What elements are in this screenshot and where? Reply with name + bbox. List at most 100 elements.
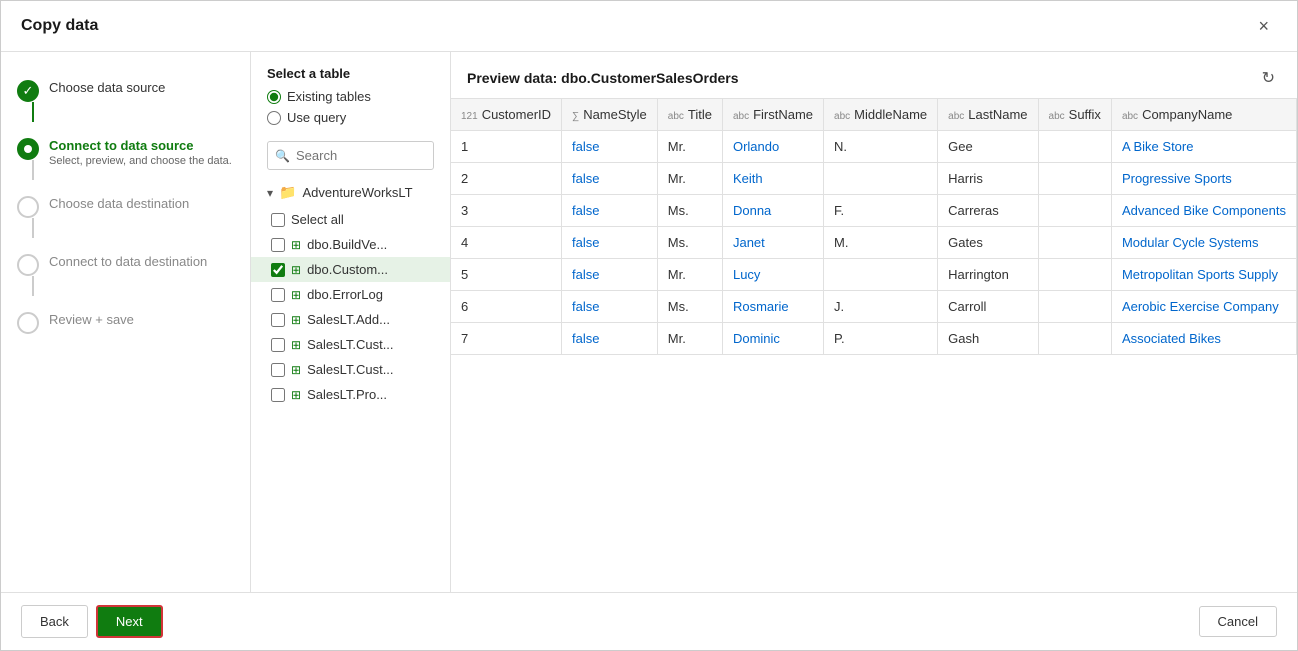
table-checkbox-0[interactable] — [271, 238, 285, 252]
table-cell-2-8: adventure-works\jillian0 — [1296, 195, 1297, 227]
table-cell-3-8: adventure-works\jillian0 — [1296, 227, 1297, 259]
table-cell-2-5: Carreras — [938, 195, 1038, 227]
table-cell-5-2: Ms. — [657, 291, 722, 323]
select-all-row[interactable]: Select all — [251, 207, 450, 232]
table-row: 5falseMr.LucyHarringtonMetropolitan Spor… — [451, 259, 1297, 291]
table-cell-2-2: Ms. — [657, 195, 722, 227]
radio-use-query[interactable]: Use query — [267, 110, 434, 125]
table-cell-6-2: Mr. — [657, 323, 722, 355]
table-cell-6-3: Dominic — [722, 323, 823, 355]
table-cell-0-7: A Bike Store — [1111, 131, 1296, 163]
table-cell-2-7: Advanced Bike Components — [1111, 195, 1296, 227]
table-row-item-5[interactable]: ⊞ SalesLT.Cust... — [251, 357, 450, 382]
table-cell-0-2: Mr. — [657, 131, 722, 163]
table-cell-5-1: false — [562, 291, 658, 323]
table-cell-3-1: false — [562, 227, 658, 259]
table-cell-6-7: Associated Bikes — [1111, 323, 1296, 355]
table-name-2: dbo.ErrorLog — [307, 287, 383, 302]
table-cell-0-0: 1 — [451, 131, 562, 163]
table-row-item-3[interactable]: ⊞ SalesLT.Add... — [251, 307, 450, 332]
table-cell-4-3: Lucy — [722, 259, 823, 291]
step-5-text: Review + save — [49, 312, 234, 327]
table-cell-4-4 — [824, 259, 938, 291]
grid-icon-4: ⊞ — [291, 338, 301, 352]
table-checkbox-2[interactable] — [271, 288, 285, 302]
table-header-row: 121CustomerID ∑NameStyle abcTitle abcFir… — [451, 99, 1297, 131]
table-name-6: SalesLT.Pro... — [307, 387, 387, 402]
th-lastname: abcLastName — [938, 99, 1038, 131]
step-connect-destination: Connect to data destination — [17, 246, 234, 304]
th-companyname: abcCompanyName — [1111, 99, 1296, 131]
table-checkbox-6[interactable] — [271, 388, 285, 402]
table-cell-1-8: adventure-works\david8 — [1296, 163, 1297, 195]
step-4-label: Connect to data destination — [49, 254, 234, 269]
table-cell-6-6 — [1038, 323, 1111, 355]
table-cell-0-1: false — [562, 131, 658, 163]
select-all-label: Select all — [291, 212, 344, 227]
step-5-label: Review + save — [49, 312, 234, 327]
radio-existing-input[interactable] — [267, 90, 281, 104]
db-group[interactable]: ▾ 📁 AdventureWorksLT — [251, 178, 450, 207]
th-suffix: abcSuffix — [1038, 99, 1111, 131]
close-button[interactable]: × — [1250, 13, 1277, 39]
table-cell-4-5: Harrington — [938, 259, 1038, 291]
table-row-item-4[interactable]: ⊞ SalesLT.Cust... — [251, 332, 450, 357]
table-cell-5-6 — [1038, 291, 1111, 323]
th-middlename: abcMiddleName — [824, 99, 938, 131]
table-cell-2-0: 3 — [451, 195, 562, 227]
table-cell-2-1: false — [562, 195, 658, 227]
table-row-item-1[interactable]: ⊞ dbo.Custom... — [251, 257, 450, 282]
table-cell-6-5: Gash — [938, 323, 1038, 355]
step-1-circle: ✓ — [17, 80, 39, 102]
th-firstname: abcFirstName — [722, 99, 823, 131]
steps-panel: ✓ Choose data source Connect to data — [1, 52, 251, 592]
table-cell-6-0: 7 — [451, 323, 562, 355]
dialog-body: ✓ Choose data source Connect to data — [1, 52, 1297, 592]
table-name-4: SalesLT.Cust... — [307, 337, 393, 352]
chevron-down-icon: ▾ — [267, 186, 273, 200]
table-cell-1-0: 2 — [451, 163, 562, 195]
select-all-checkbox[interactable] — [271, 213, 285, 227]
cancel-button[interactable]: Cancel — [1199, 606, 1277, 637]
preview-table-container[interactable]: 121CustomerID ∑NameStyle abcTitle abcFir… — [451, 99, 1297, 592]
table-row-item-2[interactable]: ⊞ dbo.ErrorLog — [251, 282, 450, 307]
table-cell-5-5: Carroll — [938, 291, 1038, 323]
dialog-footer: Back Next Cancel — [1, 592, 1297, 650]
table-cell-4-8: adventure-works\shu0 — [1296, 259, 1297, 291]
step-3-label: Choose data destination — [49, 196, 234, 211]
step-choose-destination: Choose data destination — [17, 188, 234, 246]
step-2-circle — [17, 138, 39, 160]
back-button[interactable]: Back — [21, 605, 88, 638]
search-box: 🔍 — [267, 141, 434, 170]
table-checkbox-4[interactable] — [271, 338, 285, 352]
radio-existing-label: Existing tables — [287, 89, 371, 104]
search-input[interactable] — [267, 141, 434, 170]
table-list: ▾ 📁 AdventureWorksLT Select all ⊞ dbo.Bu… — [251, 178, 450, 592]
step-connect-source: Connect to data source Select, preview, … — [17, 130, 234, 188]
grid-icon-2: ⊞ — [291, 288, 301, 302]
table-row: 4falseMs.JanetM.GatesModular Cycle Syste… — [451, 227, 1297, 259]
table-cell-1-5: Harris — [938, 163, 1038, 195]
refresh-button[interactable]: ↻ — [1256, 66, 1281, 90]
table-checkbox-3[interactable] — [271, 313, 285, 327]
radio-existing-tables[interactable]: Existing tables — [267, 89, 434, 104]
table-row-item-6[interactable]: ⊞ SalesLT.Pro... — [251, 382, 450, 407]
table-checkbox-1[interactable] — [271, 263, 285, 277]
copy-data-dialog: Copy data × ✓ Choose data source — [0, 0, 1298, 651]
next-button[interactable]: Next — [96, 605, 163, 638]
table-cell-3-4: M. — [824, 227, 938, 259]
check-icon: ✓ — [23, 83, 34, 99]
table-cell-1-4 — [824, 163, 938, 195]
table-checkbox-5[interactable] — [271, 363, 285, 377]
step-connector-4 — [32, 276, 34, 296]
dialog-header: Copy data × — [1, 1, 1297, 52]
radio-query-input[interactable] — [267, 111, 281, 125]
radio-group: Existing tables Use query — [251, 89, 450, 133]
step-connector-2 — [32, 160, 34, 180]
table-row-item-0[interactable]: ⊞ dbo.BuildVe... — [251, 232, 450, 257]
table-cell-5-7: Aerobic Exercise Company — [1111, 291, 1296, 323]
table-cell-6-4: P. — [824, 323, 938, 355]
table-cell-3-5: Gates — [938, 227, 1038, 259]
step-1-label: Choose data source — [49, 80, 234, 95]
table-cell-5-0: 6 — [451, 291, 562, 323]
